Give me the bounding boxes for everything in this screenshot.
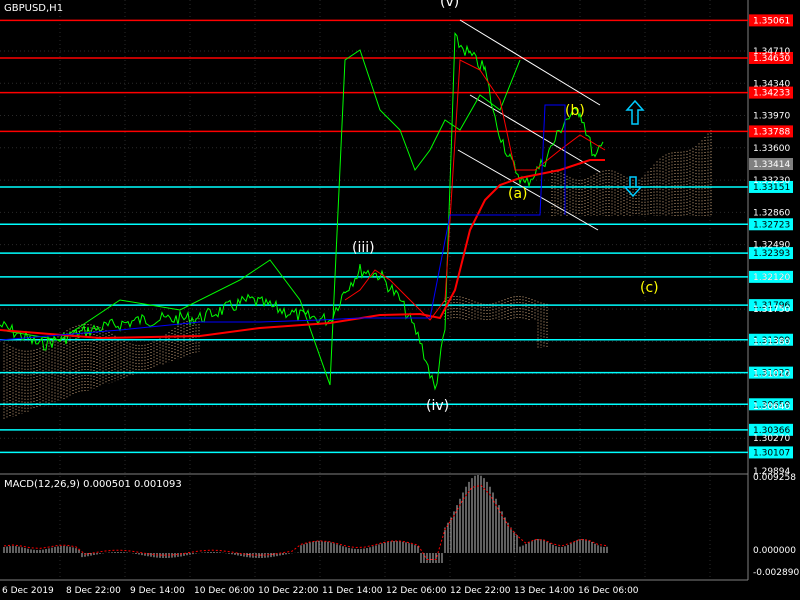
channel-line[interactable] [457, 149, 599, 231]
price-tick-label: 1.31750 [753, 305, 790, 315]
price-level-label: 1.32723 [753, 220, 790, 230]
time-tick-label: 8 Dec 22:00 [66, 586, 121, 596]
macd-tick-label: 0.000000 [753, 546, 796, 556]
time-axis: 6 Dec 2019 8 Dec 22:00 9 Dec 14:00 10 Dec 0… [2, 586, 639, 596]
price-level-label: 1.33788 [753, 127, 790, 137]
time-tick-label: 12 Dec 22:00 [450, 586, 511, 596]
signal-line [344, 59, 606, 321]
macd-title: MACD(12,26,9) 0.000501 0.001093 [4, 479, 182, 490]
up-arrow-icon [625, 99, 645, 125]
wave-label-c: (c) [640, 280, 659, 296]
chart-title: GBPUSD,H1 [4, 3, 64, 14]
price-chart[interactable]: 1.350611.346301.342331.337881.331511.327… [0, 0, 800, 600]
price-tick-label: 1.33970 [753, 112, 790, 122]
chart-window: 1.35061 1.34630 1.34233 1.33788 1.33151 1.327… [0, 0, 800, 600]
lagging-line [0, 49, 521, 386]
price-tick-label: 1.32490 [753, 241, 790, 251]
price-tick-label: 1.31010 [753, 370, 790, 380]
wave-label-iv: (iv) [426, 398, 449, 414]
price-tick-label: 1.34340 [753, 79, 790, 89]
grid [0, 0, 748, 580]
time-tick-label: 9 Dec 14:00 [130, 586, 185, 596]
current-price-label: 1.33414 [753, 160, 790, 170]
time-tick-label: 13 Dec 14:00 [514, 586, 575, 596]
horizontal-levels[interactable]: 1.350611.346301.342331.337881.331511.327… [0, 14, 793, 459]
wave-label-iii: (iii) [352, 240, 375, 256]
macd-tick-label: -0.002890 [753, 568, 799, 578]
time-tick-label: 11 Dec 14:00 [322, 586, 383, 596]
price-tick-label: 1.33230 [753, 176, 790, 186]
time-tick-label: 10 Dec 22:00 [258, 586, 319, 596]
price-series [0, 32, 606, 391]
price-tick-label: 1.31380 [753, 337, 790, 347]
price-level-label: 1.30107 [753, 448, 790, 458]
time-tick-label: 10 Dec 06:00 [194, 586, 255, 596]
price-axis: 1.34710 1.34340 1.33970 1.33600 1.33230 1.328… [753, 47, 790, 477]
price-level-label: 1.35061 [753, 16, 790, 26]
wave-label-top: (v) [440, 0, 459, 10]
time-tick-label: 12 Dec 06:00 [386, 586, 447, 596]
price-tick-label: 1.33600 [753, 144, 790, 154]
price-tick-label: 1.30640 [753, 402, 790, 412]
wave-labels: (v) (iii) (iv) (a) (b) (c) [352, 0, 659, 414]
time-tick-label: 16 Dec 06:00 [578, 586, 639, 596]
wave-label-b: (b) [565, 103, 585, 119]
price-tick-label: 1.32860 [753, 208, 790, 218]
price-tick-label: 1.34710 [753, 47, 790, 57]
time-tick-label: 6 Dec 2019 [2, 586, 54, 596]
price-level-label: 1.34233 [753, 89, 790, 99]
price-tick-label: 1.30270 [753, 434, 790, 444]
wave-label-a: (a) [508, 186, 528, 202]
price-tick-label: 1.32120 [753, 273, 790, 283]
price-line [0, 32, 604, 391]
macd-tick-label: 0.009258 [753, 473, 796, 483]
